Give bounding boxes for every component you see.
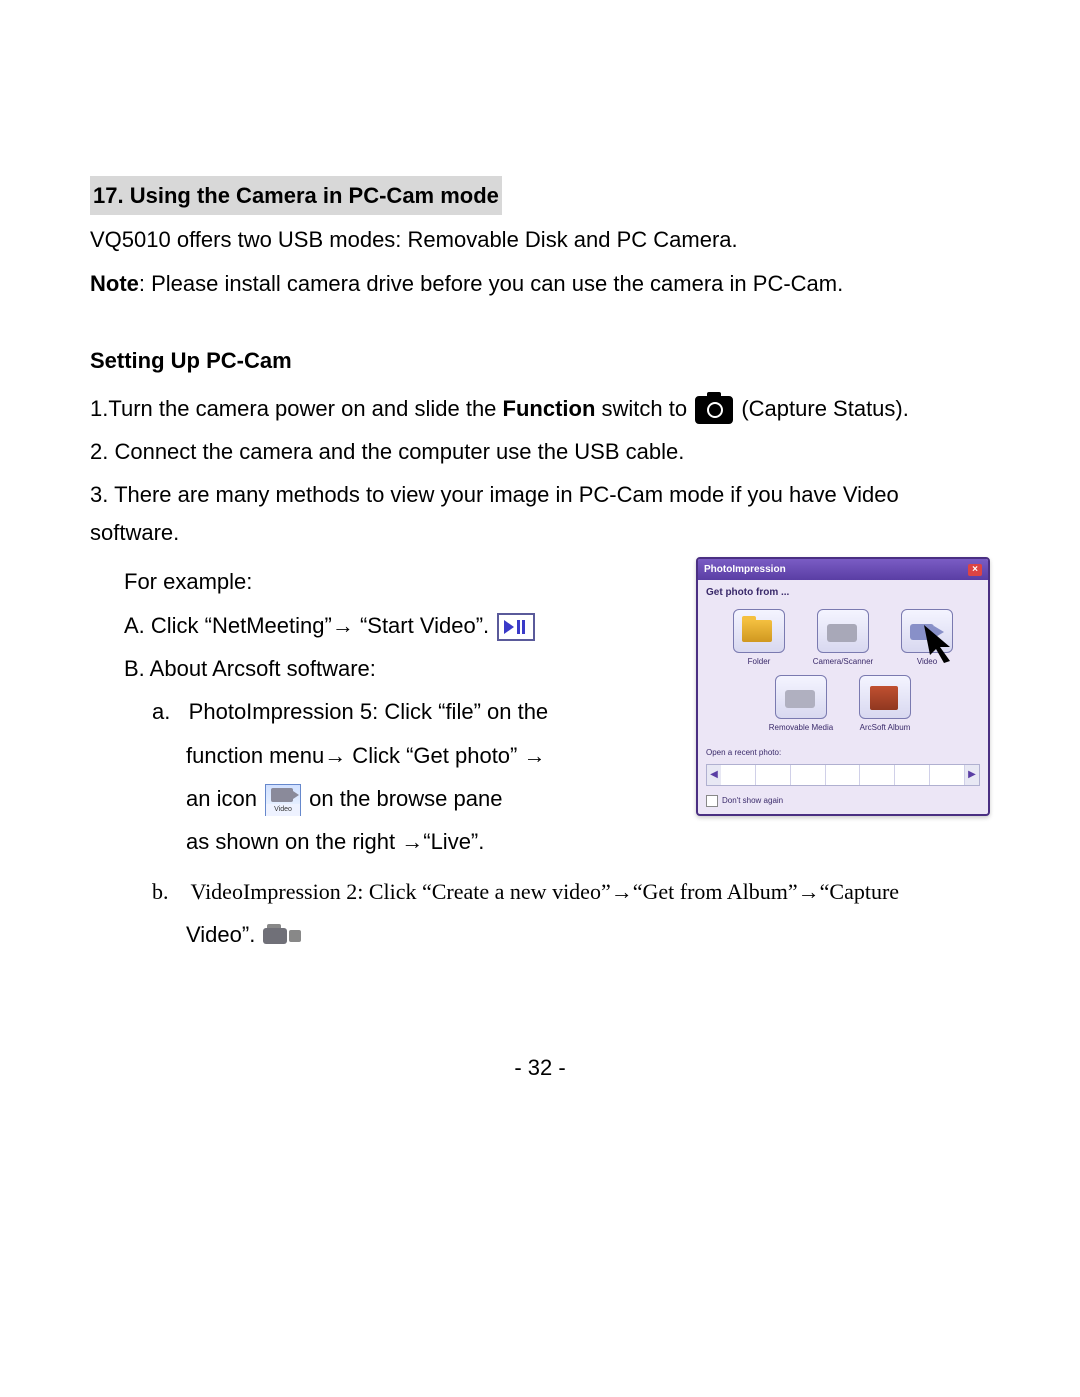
dialog-item-removable[interactable]: Removable Media xyxy=(766,675,836,735)
document-page: 17. Using the Camera in PC-Cam mode VQ50… xyxy=(0,0,1080,954)
dialog-item-video-label: Video xyxy=(892,655,962,669)
intro-note: Note: Please install camera drive before… xyxy=(90,265,990,302)
dialog-titlebar: PhotoImpression × xyxy=(698,559,988,580)
camera-icon xyxy=(695,396,733,424)
camcorder-icon xyxy=(263,924,301,948)
subheading-setting-up: Setting Up PC-Cam xyxy=(90,342,990,379)
dialog-icon-grid: Folder Camera/Scanner Video Removable Me… xyxy=(698,605,988,742)
strip-cell[interactable] xyxy=(791,765,826,785)
dialog-footer: Don't show again xyxy=(698,790,988,814)
note-label: Note xyxy=(90,271,139,296)
step-3-b-line2: Video”. xyxy=(90,916,990,953)
dialog-item-folder-label: Folder xyxy=(724,655,794,669)
dialog-item-album-label: ArcSoft Album xyxy=(850,721,920,735)
strip-next-button[interactable]: ▶ xyxy=(965,765,979,785)
step-2: 2. Connect the camera and the computer u… xyxy=(90,433,990,470)
step-3-columns: For example: A. Click “NetMeeting”→ “Sta… xyxy=(90,557,990,867)
step-3-a-line3-suffix: on the browse pane xyxy=(303,786,502,811)
page-number: - 32 - xyxy=(0,1055,1080,1081)
step-1-suffix: (Capture Status). xyxy=(735,396,909,421)
strip-cell[interactable] xyxy=(860,765,895,785)
step-3-a-line1: a. PhotoImpression 5: Click “file” on th… xyxy=(90,693,672,730)
dialog-recent-strip: ◀ ▶ xyxy=(706,764,980,786)
strip-cell[interactable] xyxy=(930,765,965,785)
camera-scanner-icon xyxy=(817,609,869,653)
step-3-a-line2: function menu→ Click “Get photo” → xyxy=(90,737,672,774)
dialog-recent-label: Open a recent photo: xyxy=(698,742,988,762)
dialog-close-button[interactable]: × xyxy=(968,564,982,576)
section-number: 17. xyxy=(93,183,124,208)
dialog-item-camera[interactable]: Camera/Scanner xyxy=(808,609,878,669)
step-3-a-line4: as shown on the right →“Live”. xyxy=(90,823,672,860)
dialog-item-video[interactable]: Video xyxy=(892,609,962,669)
intro-line-1: VQ5010 offers two USB modes: Removable D… xyxy=(90,221,990,258)
step-3-a-line3-prefix: an icon xyxy=(186,786,263,811)
strip-cell[interactable] xyxy=(826,765,861,785)
dialog-item-removable-label: Removable Media xyxy=(766,721,836,735)
dialog-item-folder[interactable]: Folder xyxy=(724,609,794,669)
step-3-A: A. Click “NetMeeting”→ “Start Video”. xyxy=(90,607,672,644)
dialog-item-album[interactable]: ArcSoft Album xyxy=(850,675,920,735)
strip-cell[interactable] xyxy=(756,765,791,785)
folder-icon xyxy=(733,609,785,653)
step-3-A-text: A. Click “NetMeeting”→ “Start Video”. xyxy=(124,613,495,638)
step-3-for-example: For example: xyxy=(90,563,672,600)
dont-show-label: Don't show again xyxy=(722,794,783,808)
note-text: : Please install camera drive before you… xyxy=(139,271,843,296)
step-1-mid: switch to xyxy=(595,396,693,421)
step-1: 1.Turn the camera power on and slide the… xyxy=(90,390,990,427)
section-title-text: Using the Camera in PC-Cam mode xyxy=(130,183,499,208)
photoimpression-dialog: PhotoImpression × Get photo from ... Fol… xyxy=(696,557,990,815)
arcsoft-album-icon xyxy=(859,675,911,719)
strip-cell[interactable] xyxy=(721,765,756,785)
dialog-title-text: PhotoImpression xyxy=(704,561,786,578)
strip-prev-button[interactable]: ◀ xyxy=(707,765,721,785)
section-heading: 17. Using the Camera in PC-Cam mode xyxy=(90,176,990,215)
dont-show-checkbox[interactable] xyxy=(706,795,718,807)
dialog-item-camera-label: Camera/Scanner xyxy=(808,655,878,669)
video-thumb-icon: Video xyxy=(265,784,301,816)
step-3-a-line3: an icon Video on the browse pane xyxy=(90,780,672,817)
step-3-line1: 3. There are many methods to view your i… xyxy=(90,476,990,551)
dialog-subheading: Get photo from ... xyxy=(698,580,988,605)
video-icon xyxy=(901,609,953,653)
removable-media-icon xyxy=(775,675,827,719)
step-3-b-line2-text: Video”. xyxy=(186,922,261,947)
play-pause-icon xyxy=(497,613,535,641)
strip-cell[interactable] xyxy=(895,765,930,785)
step-1-prefix: 1.Turn the camera power on and slide the xyxy=(90,396,503,421)
step-1-function-word: Function xyxy=(503,396,596,421)
step-3-b-line1: b. VideoImpression 2: Click “Create a ne… xyxy=(90,873,990,910)
step-3-B: B. About Arcsoft software: xyxy=(90,650,672,687)
